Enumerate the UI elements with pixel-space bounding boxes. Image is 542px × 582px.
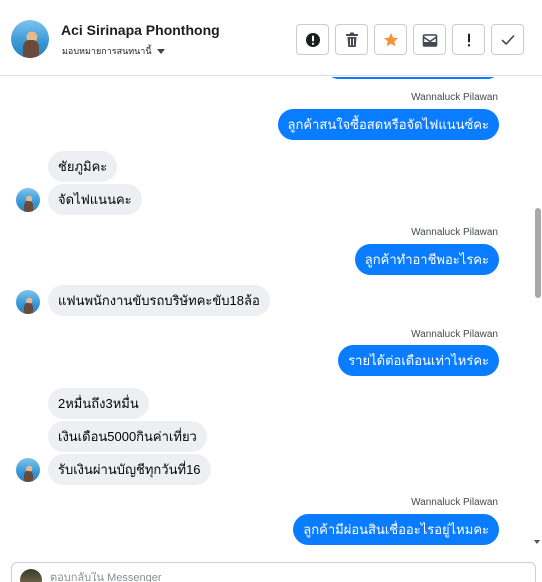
message-bubble-incoming[interactable]: 2หมื่นถึง3หมื่น (48, 388, 149, 419)
assign-label: มอบหมายการสนทนานี้ (62, 46, 152, 56)
mark-unread-button[interactable] (452, 24, 485, 55)
alert-circle-icon (305, 32, 320, 47)
message-text: ชัยภูมิคะ (58, 159, 108, 174)
message-sender: Wannaluck Pilawan (411, 92, 498, 103)
move-to-done-button[interactable] (413, 24, 446, 55)
page-avatar (20, 569, 42, 582)
trash-icon (345, 32, 358, 47)
message-bubble-outgoing[interactable]: ลูกค้าทำอาชีพอะไรคะ (354, 244, 499, 275)
message-text: ลูกค้ามีผ่อนสินเชื่ออะไรอยู่ไหมคะ (303, 522, 489, 537)
message-text: ลูกค้าทำอาชีพอะไรคะ (364, 252, 489, 267)
chevron-down-icon (156, 48, 165, 54)
reply-composer (11, 562, 536, 582)
check-icon (501, 34, 514, 45)
message-sender: Wannaluck Pilawan (411, 227, 498, 238)
message-bubble-incoming[interactable]: จัดไฟแนนคะ (48, 184, 142, 215)
conversation-toolbar (296, 24, 524, 55)
star-icon (383, 32, 398, 46)
contact-avatar-small[interactable] (16, 290, 40, 314)
message-thread[interactable]: Wannaluck Pilawan ลูกค้าสนใจซื้อสดหรือจั… (0, 77, 534, 552)
contact-avatar-small[interactable] (16, 458, 40, 482)
thread-scrollbar[interactable] (534, 77, 542, 552)
contact-avatar[interactable] (11, 20, 49, 58)
message-bubble-incoming[interactable]: แฟนพนักงานขับรถบริษัทคะขับ18ล้อ (48, 285, 270, 316)
message-bubble-incoming[interactable]: ชัยภูมิคะ (48, 151, 118, 182)
scroll-down-arrow-icon[interactable] (534, 540, 540, 544)
mail-archive-icon (422, 33, 437, 47)
message-text: รับเงินผ่านบัญชีทุกวันที่16 (58, 462, 201, 477)
mark-spam-button[interactable] (296, 24, 329, 55)
message-text: เงินเดือน5000กินค่าเที่ยว (58, 429, 197, 444)
assign-conversation-dropdown[interactable]: มอบหมายการสนทนานี้ (62, 44, 165, 58)
reply-input[interactable] (50, 572, 510, 582)
contact-name[interactable]: Aci Sirinapa Phonthong (61, 22, 220, 38)
message-bubble-incoming[interactable]: รับเงินผ่านบัญชีทุกวันที่16 (48, 454, 211, 485)
message-text: จัดไฟแนนคะ (58, 192, 132, 207)
message-bubble-outgoing[interactable]: รายได้ต่อเดือนเท่าไหร่คะ (338, 345, 499, 376)
conversation-header: Aci Sirinapa Phonthong มอบหมายการสนทนานี… (0, 0, 542, 76)
message-text: แฟนพนักงานขับรถบริษัทคะขับ18ล้อ (58, 293, 260, 308)
thread-scrollbar-thumb[interactable] (535, 208, 541, 298)
message-bubble-incoming[interactable]: เงินเดือน5000กินค่าเที่ยว (48, 421, 207, 452)
message-text: ลูกค้าสนใจซื้อสดหรือจัดไฟแนนซ์คะ (287, 117, 489, 132)
mark-done-button[interactable] (491, 24, 524, 55)
exclamation-icon (467, 33, 470, 46)
message-text: 2หมื่นถึง3หมื่น (58, 396, 139, 411)
star-button[interactable] (374, 24, 407, 55)
message-text: รายได้ต่อเดือนเท่าไหร่คะ (348, 353, 489, 368)
message-bubble-outgoing[interactable]: ลูกค้าสนใจซื้อสดหรือจัดไฟแนนซ์คะ (277, 109, 499, 140)
message-bubble-outgoing[interactable]: ลูกค้ามีผ่อนสินเชื่ออะไรอยู่ไหมคะ (293, 514, 499, 545)
contact-avatar-small[interactable] (16, 188, 40, 212)
message-bubble-outgoing[interactable] (327, 77, 499, 79)
message-sender: Wannaluck Pilawan (411, 497, 498, 508)
delete-button[interactable] (335, 24, 368, 55)
message-sender: Wannaluck Pilawan (411, 329, 498, 340)
